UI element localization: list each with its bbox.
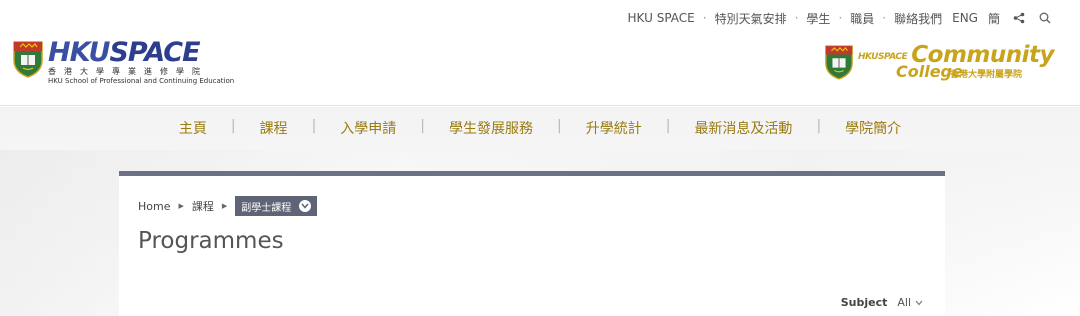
- content-panel: Home ▶ 課程 ▶ 副學士課程 Programmes Subject All: [119, 171, 945, 316]
- topbar-separator: ·: [838, 11, 843, 25]
- topbar-link-hku-space[interactable]: HKU SPACE: [628, 11, 695, 25]
- topbar-link-staff[interactable]: 職員: [850, 10, 874, 27]
- community-college-wordmark: HKUSPACE Community College 香港大學附屬學院: [858, 42, 1054, 82]
- logo-wordmark-hku: HKU: [48, 37, 110, 68]
- nav-item-student-development[interactable]: 學生發展服務: [449, 118, 533, 138]
- page-title: Programmes: [138, 228, 284, 254]
- breadcrumb-home[interactable]: Home: [138, 200, 170, 213]
- breadcrumb-arrow-icon: ▶: [221, 202, 228, 210]
- nav-separator: |: [665, 118, 671, 134]
- chevron-down-icon: [915, 296, 923, 309]
- nav-item-admission[interactable]: 入學申請: [340, 118, 396, 138]
- community-college-logo[interactable]: HKUSPACE Community College 香港大學附屬學院: [824, 42, 1054, 82]
- breadcrumb: Home ▶ 課程 ▶ 副學士課程: [138, 196, 318, 216]
- subject-filter[interactable]: Subject All: [841, 296, 923, 309]
- nav-separator: |: [311, 118, 317, 134]
- language-english-link[interactable]: ENG: [952, 11, 978, 25]
- nav-item-articulation-statistics[interactable]: 升學統計: [586, 118, 642, 138]
- cc-hku-space-text: HKUSPACE: [858, 52, 908, 62]
- nav-item-programmes[interactable]: 課程: [260, 118, 288, 138]
- nav-separator: |: [420, 118, 425, 134]
- hku-space-logo[interactable]: HKUSPACE 香港大學專業進修學院 HKU School of Profes…: [12, 37, 235, 85]
- topbar-link-contact[interactable]: 聯絡我們: [894, 10, 942, 27]
- breadcrumb-current-dropdown[interactable]: 副學士課程: [235, 196, 318, 216]
- topbar-separator: ·: [702, 11, 707, 25]
- nav-item-news-events[interactable]: 最新消息及活動: [694, 118, 792, 138]
- logo-english-name: HKU School of Professional and Continuin…: [48, 77, 235, 85]
- subject-filter-label: Subject: [840, 296, 888, 309]
- nav-separator: |: [557, 118, 562, 134]
- main-navigation: 主頁 | 課程 | 入學申請 | 學生發展服務 | 升學統計 | 最新消息及活動…: [0, 118, 1080, 138]
- subject-filter-value: All: [897, 296, 911, 309]
- logo-chinese-name: 香港大學專業進修學院: [48, 67, 208, 76]
- cc-chinese-name: 香港大學附屬學院: [950, 70, 1023, 80]
- search-icon[interactable]: [1038, 11, 1052, 25]
- hku-space-wordmark: HKUSPACE 香港大學專業進修學院 HKU School of Profes…: [48, 37, 235, 85]
- nav-item-home[interactable]: 主頁: [179, 118, 207, 138]
- breadcrumb-arrow-icon: ▶: [178, 202, 184, 210]
- topbar-separator: ·: [794, 11, 799, 25]
- hku-crest-icon: [13, 41, 43, 78]
- utility-bar: HKU SPACE · 特別天氣安排 · 學生 · 職員 · 聯絡我們 ENG …: [628, 10, 1052, 26]
- site-header: HKU SPACE · 特別天氣安排 · 學生 · 職員 · 聯絡我們 ENG …: [0, 0, 1080, 106]
- hku-crest-icon: [825, 45, 853, 80]
- nav-separator: |: [230, 118, 236, 134]
- topbar-link-students[interactable]: 學生: [806, 10, 830, 27]
- topbar-link-weather[interactable]: 特別天氣安排: [715, 10, 787, 27]
- share-icon[interactable]: [1012, 11, 1026, 25]
- logo-wordmark: HKUSPACE: [48, 37, 234, 68]
- nav-separator: |: [816, 118, 822, 134]
- topbar-separator: ·: [882, 11, 887, 25]
- language-simplified-link[interactable]: 簡: [988, 10, 1000, 27]
- nav-item-about[interactable]: 學院簡介: [845, 118, 901, 138]
- chevron-down-icon: [299, 200, 312, 212]
- breadcrumb-current-label: 副學士課程: [241, 202, 292, 214]
- logo-wordmark-space: SPACE: [109, 37, 200, 68]
- breadcrumb-programmes[interactable]: 課程: [192, 198, 214, 214]
